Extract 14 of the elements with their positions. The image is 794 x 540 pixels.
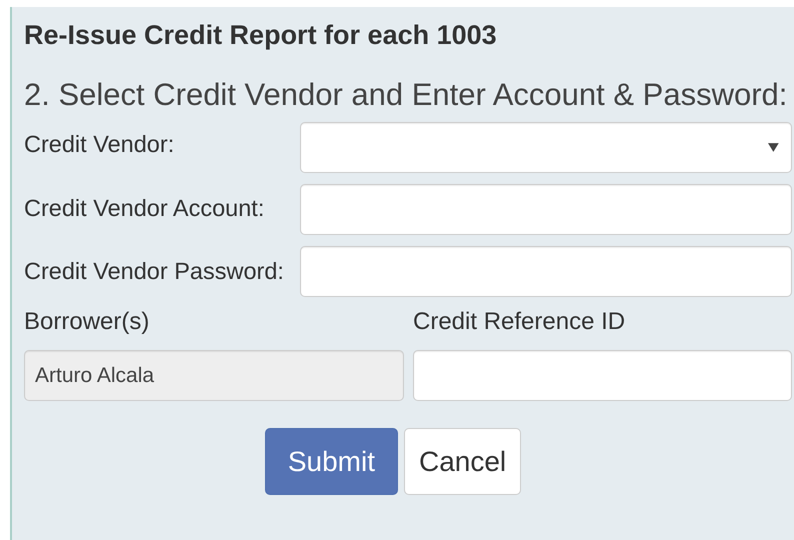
- caret-icon: [768, 143, 779, 152]
- step-heading: 2. Select Credit Vendor and Enter Account & Password:: [24, 77, 788, 113]
- submit-button[interactable]: Submit: [264, 428, 398, 495]
- field-label: Credit Vendor:: [24, 130, 176, 158]
- field-label: Credit Vendor Password:: [24, 256, 285, 284]
- field-label: Borrower(s): [24, 308, 150, 336]
- panel-title: Re-Issue Credit Report for each 1003: [24, 19, 498, 51]
- credit-vendor-select[interactable]: [300, 122, 792, 173]
- input-field[interactable]: [300, 184, 792, 235]
- field-label: Credit Reference ID: [413, 308, 626, 336]
- input-field[interactable]: [413, 350, 792, 401]
- field-label: Credit Vendor Account:: [24, 194, 266, 222]
- cancel-button[interactable]: Cancel: [404, 428, 522, 495]
- input-field[interactable]: [300, 246, 792, 297]
